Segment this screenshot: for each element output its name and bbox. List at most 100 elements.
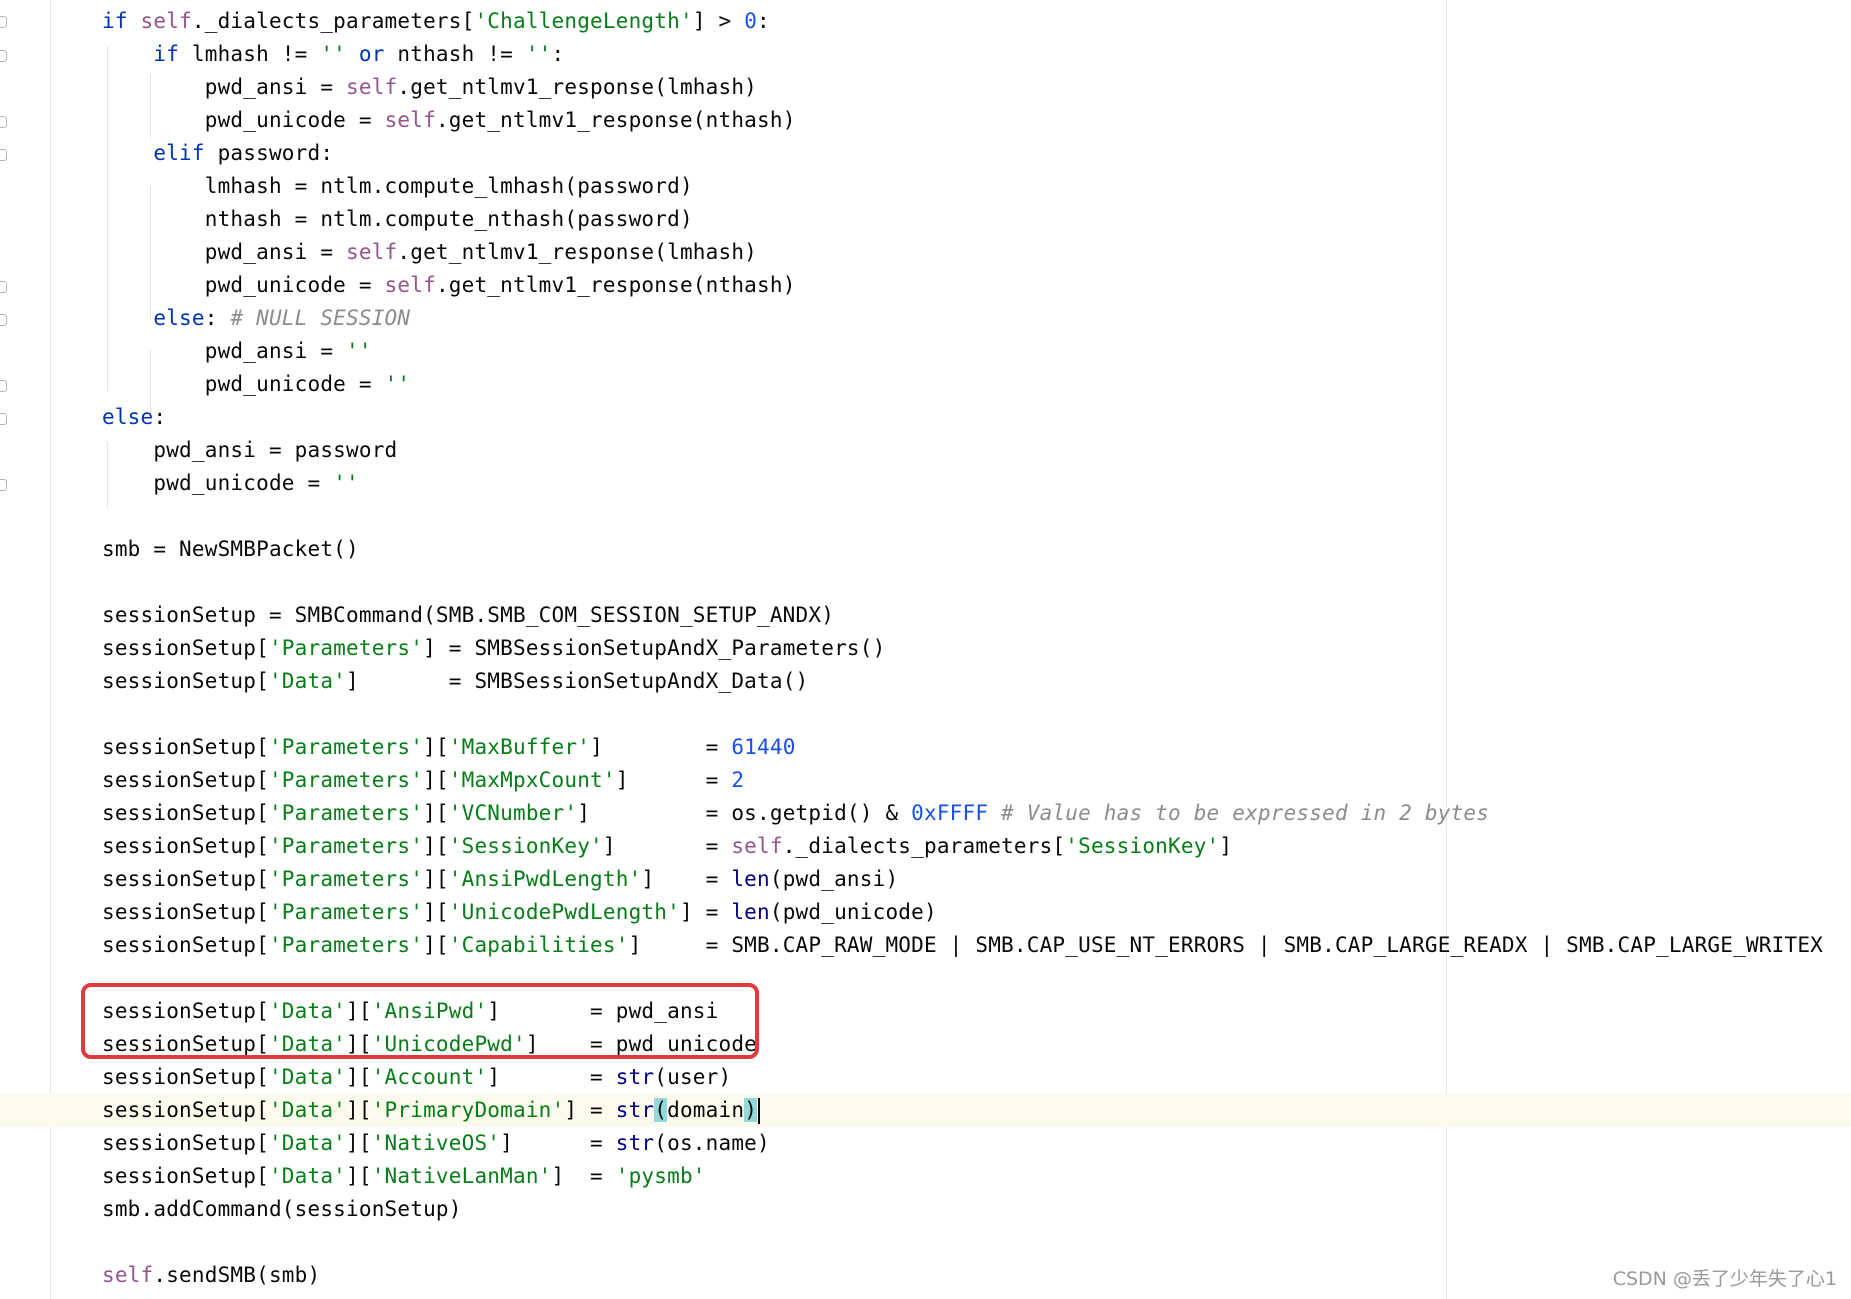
code-token: .get_ntlmv1_response(nthash) xyxy=(435,273,796,297)
code-token: str xyxy=(615,1131,655,1155)
code-line[interactable]: if lmhash != '' or nthash != '': xyxy=(102,38,564,71)
code-line[interactable]: pwd_ansi = password xyxy=(102,434,397,467)
code-token: 'ChallengeLength' xyxy=(474,9,693,33)
fold-marker-icon[interactable] xyxy=(0,413,7,425)
fold-marker-icon[interactable] xyxy=(0,479,7,491)
code-token: ] = xyxy=(551,1164,616,1188)
code-line[interactable]: nthash = ntlm.compute_nthash(password) xyxy=(102,203,693,236)
code-token: ][ xyxy=(423,867,449,891)
code-token: self xyxy=(102,1263,154,1287)
code-token: (pwd_unicode) xyxy=(769,900,937,924)
code-token: (os.name) xyxy=(654,1131,770,1155)
code-line[interactable]: sessionSetup['Parameters']['MaxMpxCount'… xyxy=(102,764,744,797)
code-line[interactable]: pwd_ansi = '' xyxy=(102,335,372,368)
code-line[interactable]: pwd_ansi = self.get_ntlmv1_response(lmha… xyxy=(102,71,757,104)
code-line[interactable]: smb = NewSMBPacket() xyxy=(102,533,359,566)
code-token: nthash = ntlm.compute_nthash(password) xyxy=(102,207,693,231)
code-token: sessionSetup[ xyxy=(102,801,269,825)
fold-marker-icon[interactable] xyxy=(0,149,7,161)
code-line[interactable]: sessionSetup['Data']['NativeLanMan'] = '… xyxy=(102,1160,706,1193)
annotation-highlight-box xyxy=(81,983,759,1059)
code-line[interactable]: pwd_ansi = self.get_ntlmv1_response(lmha… xyxy=(102,236,757,269)
code-token: sessionSetup = SMBCommand(SMB.SMB_COM_SE… xyxy=(102,603,835,627)
fold-marker-icon[interactable] xyxy=(0,50,7,62)
code-token: ][ xyxy=(423,834,449,858)
code-line[interactable]: sessionSetup['Parameters']['UnicodePwdLe… xyxy=(102,896,937,929)
code-line[interactable]: smb.addCommand(sessionSetup) xyxy=(102,1193,462,1226)
code-token: ] = os.getpid() & xyxy=(577,801,912,825)
code-token: 'Data' xyxy=(268,1065,347,1089)
code-line[interactable]: sessionSetup['Data']['Account'] = str(us… xyxy=(102,1061,731,1094)
code-token: ][ xyxy=(423,801,449,825)
code-token: '' xyxy=(525,42,552,66)
code-token: ] = SMBSessionSetupAndX_Parameters() xyxy=(423,636,886,660)
code-line[interactable]: pwd_unicode = '' xyxy=(102,368,410,401)
code-token: 'Data' xyxy=(268,1098,347,1122)
code-token: ] = xyxy=(487,1065,616,1089)
code-token: ] = xyxy=(500,1131,616,1155)
code-line[interactable]: sessionSetup['Data'] = SMBSessionSetupAn… xyxy=(102,665,808,698)
code-line[interactable]: pwd_unicode = '' xyxy=(102,467,359,500)
fold-marker-icon[interactable] xyxy=(0,380,7,392)
code-token: 'Parameters' xyxy=(268,867,424,891)
code-line[interactable]: sessionSetup['Parameters']['SessionKey']… xyxy=(102,830,1232,863)
code-token: 'NativeOS' xyxy=(371,1131,501,1155)
fold-marker-icon[interactable] xyxy=(0,314,7,326)
code-token: pwd_unicode = xyxy=(102,372,385,396)
code-line[interactable]: sessionSetup['Data']['PrimaryDomain'] = … xyxy=(102,1094,761,1127)
code-line[interactable]: else: # NULL SESSION xyxy=(102,302,410,335)
code-line[interactable]: sessionSetup['Parameters']['VCNumber'] =… xyxy=(102,797,1489,830)
code-token: elif xyxy=(153,141,218,165)
code-token: 'pysmb' xyxy=(615,1164,706,1188)
code-token: else xyxy=(153,306,205,330)
code-token: 'MaxMpxCount' xyxy=(448,768,616,792)
code-token: : xyxy=(757,9,770,33)
code-token: .get_ntlmv1_response(nthash) xyxy=(435,108,796,132)
code-token: str xyxy=(615,1098,655,1122)
code-token: if xyxy=(102,9,141,33)
code-token: 'MaxBuffer' xyxy=(448,735,591,759)
code-line[interactable]: self.sendSMB(smb) xyxy=(102,1259,320,1292)
code-token: lmhash != xyxy=(191,42,321,66)
code-line[interactable]: sessionSetup = SMBCommand(SMB.SMB_COM_SE… xyxy=(102,599,834,632)
code-token: # Value has to be expressed in 2 bytes xyxy=(988,801,1490,825)
code-token: smb.addCommand(sessionSetup) xyxy=(102,1197,462,1221)
code-token: 0xFFFF xyxy=(911,801,989,825)
code-token: len xyxy=(731,867,770,891)
code-token: ][ xyxy=(346,1098,372,1122)
code-line[interactable]: sessionSetup['Parameters']['MaxBuffer'] … xyxy=(102,731,796,764)
code-line[interactable]: sessionSetup['Parameters'] = SMBSessionS… xyxy=(102,632,885,665)
code-token: pwd_ansi = xyxy=(102,75,347,99)
code-line[interactable]: sessionSetup['Data']['NativeOS'] = str(o… xyxy=(102,1127,770,1160)
code-token: 'Parameters' xyxy=(268,933,424,957)
code-token: str xyxy=(615,1065,655,1089)
code-line[interactable]: sessionSetup['Parameters']['Capabilities… xyxy=(102,929,1823,962)
code-token: '' xyxy=(320,42,347,66)
code-token: pwd_unicode = xyxy=(102,108,385,132)
code-token: 0 xyxy=(744,9,758,33)
code-token: sessionSetup[ xyxy=(102,1164,269,1188)
code-line[interactable]: elif password: xyxy=(102,137,333,170)
code-token: sessionSetup[ xyxy=(102,1065,269,1089)
fold-marker-icon[interactable] xyxy=(0,16,7,28)
code-line[interactable]: if self._dialects_parameters['ChallengeL… xyxy=(102,5,770,38)
code-line[interactable]: pwd_unicode = self.get_ntlmv1_response(n… xyxy=(102,104,796,137)
code-token: 'Data' xyxy=(268,1131,347,1155)
code-token: sessionSetup[ xyxy=(102,735,269,759)
code-line[interactable]: else: xyxy=(102,401,166,434)
code-token: .get_ntlmv1_response(lmhash) xyxy=(397,240,758,264)
code-token: 'Data' xyxy=(268,1164,347,1188)
fold-marker-icon[interactable] xyxy=(0,116,7,128)
code-token: self xyxy=(346,75,398,99)
code-line[interactable]: sessionSetup['Parameters']['AnsiPwdLengt… xyxy=(102,863,898,896)
code-token: '' xyxy=(346,339,372,363)
code-token: .sendSMB(smb) xyxy=(153,1263,321,1287)
fold-marker-icon[interactable] xyxy=(0,281,7,293)
code-line[interactable]: pwd_unicode = self.get_ntlmv1_response(n… xyxy=(102,269,796,302)
code-token: ] = SMBSessionSetupAndX_Data() xyxy=(346,669,809,693)
code-line[interactable]: lmhash = ntlm.compute_lmhash(password) xyxy=(102,170,693,203)
code-token: sessionSetup[ xyxy=(102,768,269,792)
watermark: CSDN @丢了少年失了心1 xyxy=(1612,1268,1837,1290)
